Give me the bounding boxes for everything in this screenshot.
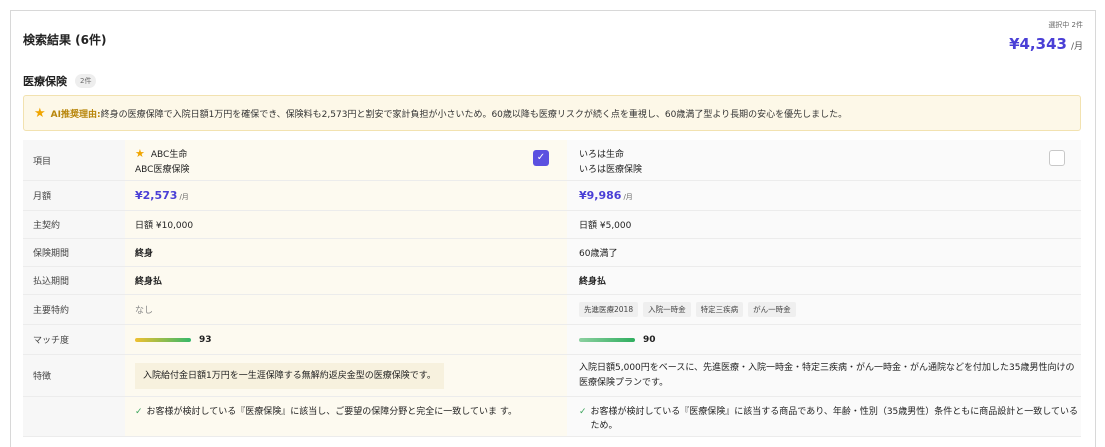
plan-b-feature-text: 入院日額5,000円をベースに、先進医療・入院一時金・特定三疾病・がん一時金・が… [579, 362, 1075, 388]
plan-b-header: いろは生命 いろは医療保険 [567, 140, 1081, 181]
plan-a-match: 93 [125, 324, 567, 355]
plan-b-match: 90 [567, 324, 1081, 355]
plan-b-main-contract: 日額 ¥5,000 [567, 210, 1081, 239]
check-icon: ✓ [135, 407, 143, 417]
plan-a-main-contract: 日額 ¥10,000 [125, 210, 567, 239]
checkbox-checked-icon: ✓ [536, 152, 546, 163]
table-row-item: 項目 ★ ABC生命 ABC医療保険 ✓ いろは生命 いろは医療保険 [23, 140, 1081, 181]
row-label-monthly: 月額 [23, 180, 125, 211]
table-row-monthly: 月額 ¥2,573/月 ¥9,986/月 [23, 180, 1081, 211]
plan-b-price-unit: /月 [623, 193, 633, 201]
plan-b-company: いろは生命 [579, 150, 625, 160]
plan-a-select-checkbox[interactable]: ✓ [533, 150, 549, 166]
plan-b-price: ¥9,986 [579, 189, 622, 202]
star-icon: ★ [135, 147, 145, 160]
section-title: 医療保険 [23, 75, 67, 88]
selected-total-amount: ¥4,343 [1009, 35, 1067, 53]
row-label-feature: 特徴 [23, 354, 125, 397]
search-results-panel: 検索結果 (6件) 選択中 2件 ¥4,343 /月 医療保険 2件 ★ AI推… [10, 10, 1096, 447]
star-icon: ★ [34, 105, 46, 121]
plan-a-match-bar [135, 337, 191, 342]
rider-tag: がん一時金 [748, 302, 796, 317]
row-label-period: 保険期間 [23, 238, 125, 267]
section-header: 医療保険 2件 [23, 73, 97, 89]
check-icon: ✓ [579, 407, 587, 417]
plan-a-company: ABC生命 [150, 150, 188, 160]
ai-recommendation-text: 終身の医療保障で入院日額1万円を確保でき、保険料も2,573円と割安で家計負担が… [100, 109, 848, 120]
table-row-riders: 主要特約 なし 先進医療2018 入院一時金 特定三疾病 がん一時金 [23, 294, 1081, 325]
plan-b-product: いろは医療保険 [579, 165, 643, 175]
section-count-badge: 2件 [75, 74, 97, 88]
plan-b-riders: 先進医療2018 入院一時金 特定三疾病 がん一時金 [567, 294, 1081, 325]
plan-b-match-bar [579, 337, 635, 342]
selected-count: 選択中 2件 [1048, 21, 1083, 29]
row-label-match: マッチ度 [23, 324, 125, 355]
row-label-riders: 主要特約 [23, 294, 125, 325]
plan-b-payment: 終身払 [567, 266, 1081, 295]
ai-recommendation-label: AI推奨理由: [50, 109, 101, 120]
plan-a-reason-text: お客様が検討している『医療保険』に該当し、ご要望の保障分野と完全に一致していま … [146, 407, 517, 417]
selected-total-unit: /月 [1070, 42, 1083, 52]
table-row-payment: 払込期間 終身払 終身払 [23, 266, 1081, 295]
plan-a-product: ABC医療保険 [135, 165, 190, 175]
ai-recommendation: ★ AI推奨理由: 終身の医療保障で入院日額1万円を確保でき、保険料も2,573… [23, 95, 1081, 131]
row-label-reason [23, 396, 125, 437]
results-title: 検索結果 (6件) [23, 33, 107, 47]
table-row-match: マッチ度 93 90 [23, 324, 1081, 355]
row-label-main-contract: 主契約 [23, 210, 125, 239]
plan-a-riders: なし [125, 294, 567, 325]
plan-a-monthly: ¥2,573/月 [125, 180, 567, 211]
selected-total: ¥4,343 /月 [1009, 35, 1083, 53]
plan-a-feature-text: 入院給付金日額1万円を一生涯保障する無解約返戻金型の医療保険です。 [135, 362, 444, 389]
rider-tag: 特定三疾病 [695, 302, 744, 317]
table-row-reason: ✓ お客様が検討している『医療保険』に該当し、ご要望の保障分野と完全に一致してい… [23, 396, 1081, 437]
plan-a-match-value: 93 [199, 334, 212, 345]
plan-a-price: ¥2,573 [135, 189, 178, 202]
plan-a-header: ★ ABC生命 ABC医療保険 ✓ [125, 140, 567, 181]
table-row-feature: 特徴 入院給付金日額1万円を一生涯保障する無解約返戻金型の医療保険です。 入院日… [23, 354, 1081, 397]
plan-b-match-value: 90 [643, 334, 656, 345]
plan-b-select-checkbox[interactable] [1049, 150, 1065, 166]
plan-a-feature: 入院給付金日額1万円を一生涯保障する無解約返戻金型の医療保険です。 [125, 354, 567, 397]
rider-tag: 先進医療2018 [579, 302, 639, 317]
row-label-item: 項目 [23, 140, 125, 181]
plan-b-reason: ✓ お客様が検討している『医療保険』に該当する商品であり、年齢・性別（35歳男性… [567, 396, 1081, 437]
results-header: 検索結果 (6件) 選択中 2件 ¥4,343 /月 [11, 11, 1095, 71]
comparison-table: 項目 ★ ABC生命 ABC医療保険 ✓ いろは生命 いろは医療保険 月額 ¥2… [23, 140, 1081, 437]
table-row-main-contract: 主契約 日額 ¥10,000 日額 ¥5,000 [23, 210, 1081, 239]
plan-a-period: 終身 [125, 238, 567, 267]
plan-a-reason: ✓ お客様が検討している『医療保険』に該当し、ご要望の保障分野と完全に一致してい… [125, 396, 567, 437]
plan-b-feature: 入院日額5,000円をベースに、先進医療・入院一時金・特定三疾病・がん一時金・が… [567, 354, 1081, 397]
table-row-period: 保険期間 終身 60歳満了 [23, 238, 1081, 267]
plan-b-period: 60歳満了 [567, 238, 1081, 267]
plan-b-reason-text: お客様が検討している『医療保険』に該当する商品であり、年齢・性別（35歳男性）条… [590, 407, 1079, 431]
plan-b-monthly: ¥9,986/月 [567, 180, 1081, 211]
rider-tag: 入院一時金 [643, 302, 691, 317]
row-label-payment: 払込期間 [23, 266, 125, 295]
plan-a-price-unit: /月 [179, 193, 189, 201]
plan-a-payment: 終身払 [125, 266, 567, 295]
